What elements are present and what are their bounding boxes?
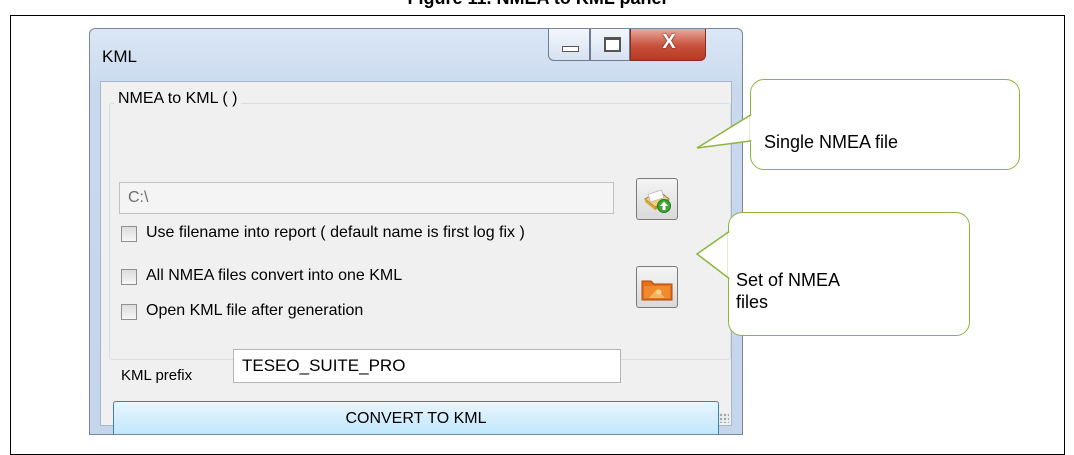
kml-prefix-input[interactable] bbox=[233, 349, 621, 383]
kml-prefix-label: KML prefix bbox=[121, 367, 193, 384]
kml-window: KML X NMEA to KML ( ) Use filename into … bbox=[89, 28, 743, 435]
convert-to-kml-button[interactable]: CONVERT TO KML bbox=[113, 401, 719, 434]
minimize-button[interactable] bbox=[548, 29, 590, 61]
maximize-icon bbox=[604, 37, 621, 52]
close-button[interactable]: X bbox=[630, 29, 706, 61]
resize-grip-icon[interactable] bbox=[719, 413, 729, 423]
callout-single-text: Single NMEA file bbox=[764, 132, 899, 152]
document-add-icon bbox=[644, 189, 671, 213]
callout-set-text: Set of NMEA files bbox=[736, 269, 840, 313]
checkbox-box[interactable] bbox=[121, 304, 137, 320]
checkbox-label: All NMEA files convert into one KML bbox=[146, 267, 403, 284]
checkbox-label: Open KML file after generation bbox=[146, 302, 364, 319]
callout-set-line-2: files bbox=[736, 292, 769, 312]
callout-single-nmea-file: Single NMEA file bbox=[750, 79, 1020, 170]
checkbox-box[interactable] bbox=[121, 269, 137, 285]
figure-caption: Figure 11. NMEA to KML panel bbox=[0, 0, 1074, 9]
minimize-icon bbox=[562, 46, 579, 52]
folder-icon bbox=[641, 280, 673, 301]
checkbox-box[interactable] bbox=[121, 226, 137, 242]
maximize-button[interactable] bbox=[590, 29, 630, 61]
close-icon: X bbox=[662, 31, 676, 53]
set-of-nmea-files-button[interactable] bbox=[636, 266, 678, 308]
single-nmea-file-button[interactable] bbox=[636, 178, 678, 220]
callout-set-of-nmea-files: Set of NMEA files bbox=[728, 212, 970, 336]
callout-set-line-1: Set of NMEA bbox=[736, 270, 841, 290]
window-title: KML bbox=[102, 47, 137, 66]
checkbox-label: Use filename into report ( default name … bbox=[146, 224, 525, 241]
group-title: NMEA to KML ( ) bbox=[114, 90, 242, 108]
nmea-path-field[interactable] bbox=[119, 182, 614, 214]
window-client-area: NMEA to KML ( ) Use filename into report… bbox=[100, 81, 732, 434]
